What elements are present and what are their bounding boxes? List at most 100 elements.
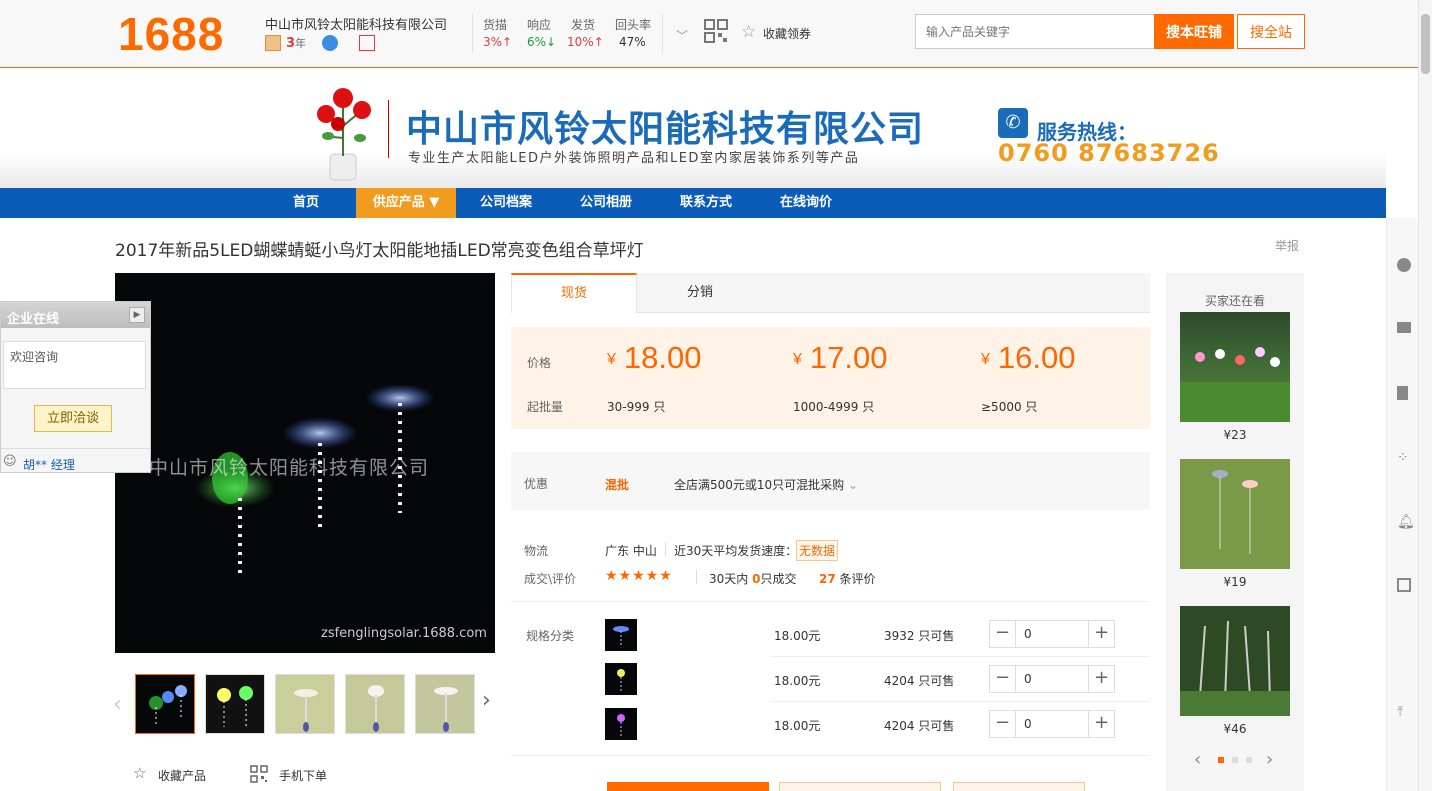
chat-now-button[interactable]: 立即洽谈 (34, 405, 112, 432)
reviews-suffix: 条评价 (839, 572, 876, 586)
company-name[interactable]: 中山市风铃太阳能科技有限公司 (265, 14, 447, 33)
clipboard-icon[interactable] (1397, 578, 1411, 592)
quantity-value[interactable]: 0 (1024, 627, 1032, 641)
reviews-count[interactable]: 27 条评价 (819, 570, 876, 587)
tab-in-stock[interactable]: 现货 (511, 273, 637, 313)
quantity-stepper: − 0 + (989, 620, 1115, 648)
thumbnail-4[interactable] (345, 674, 405, 734)
nav-contact[interactable]: 联系方式 (656, 188, 756, 218)
thumbnail-3[interactable] (275, 674, 335, 734)
hotline-number: 0760 87683726 (998, 139, 1220, 167)
increase-button[interactable]: + (1088, 711, 1114, 737)
metric-label: 发货 (571, 18, 596, 32)
bookmark-icon[interactable] (1397, 386, 1408, 400)
inquiry-button[interactable] (953, 782, 1085, 791)
report-link[interactable]: 举报 (1275, 237, 1299, 254)
currency-symbol: ¥ (793, 350, 802, 368)
recs-prev-arrow-icon[interactable]: ‹ (1194, 749, 1201, 770)
buy-now-button[interactable] (607, 782, 769, 791)
divider (511, 601, 1150, 602)
decrease-button[interactable]: − (990, 666, 1016, 692)
recommended-product-image[interactable] (1180, 459, 1290, 569)
recommended-product-image[interactable] (1180, 606, 1290, 716)
metric-label: 货描 (483, 18, 508, 32)
scrollbar-thumb[interactable] (1421, 14, 1430, 74)
collect-product-link[interactable]: 收藏产品 (158, 767, 206, 784)
product-photo (1180, 347, 1290, 422)
thumb-prev-arrow-icon[interactable]: ‹ (113, 692, 122, 717)
recommended-price: ¥19 (1223, 575, 1247, 589)
recommended-product-image[interactable] (1180, 312, 1290, 422)
nav-inquiry[interactable]: 在线询价 (756, 188, 856, 218)
online-chat-panel: 企业在线 ▶ 欢迎咨询 立即洽谈 ☺ 胡** 经理 (0, 301, 151, 473)
bell-icon[interactable]: 🔔︎ (1397, 514, 1415, 530)
footprint-icon[interactable]: ⁘ (1397, 450, 1411, 466)
nav-products[interactable]: 供应产品 ▼ (356, 188, 456, 218)
search-all-button[interactable]: 搜全站 (1237, 14, 1305, 49)
pagination-dot[interactable] (1246, 757, 1252, 763)
deals-label: 成交\评价 (524, 572, 577, 586)
currency-symbol: ¥ (607, 350, 616, 368)
search-input[interactable] (915, 14, 1155, 49)
chevron-down-icon[interactable]: ﹀ (676, 27, 688, 44)
product-main-image[interactable]: 中山市风铃太阳能科技有限公司 zsfenglingsolar.1688.com (115, 273, 495, 653)
chevron-down-icon: ⌄ (848, 478, 859, 492)
contact-person[interactable]: 胡** 经理 (23, 456, 75, 473)
deals-count: 30天内 0只成交 (709, 570, 796, 587)
thumb-next-arrow-icon[interactable]: › (482, 688, 491, 713)
delivery-speed-value: 无数据 (796, 540, 839, 561)
quantity-value[interactable]: 0 (1024, 717, 1032, 731)
divider (472, 14, 473, 52)
sku-thumbnail[interactable] (605, 619, 637, 651)
shop-banner: 中山市风铃太阳能科技有限公司 专业生产太阳能LED户外装饰照明产品和LED室内家… (0, 68, 1386, 188)
metric-value: 6%↓ (527, 35, 557, 49)
chat-message-box[interactable]: 欢迎咨询 (3, 341, 146, 389)
divider (511, 755, 1150, 756)
sku-image (617, 714, 625, 736)
qrcode-icon[interactable] (704, 19, 728, 43)
collapse-arrow-icon[interactable]: ▶ (129, 307, 145, 323)
pagination-dot-active[interactable] (1218, 757, 1224, 763)
search-shop-button[interactable]: 搜本旺铺 (1154, 14, 1234, 49)
favorite-coupon-link[interactable]: 收藏领券 (763, 25, 811, 42)
promo-label: 优惠 (524, 477, 549, 491)
mobile-order-link[interactable]: 手机下单 (279, 767, 327, 784)
star-icon[interactable]: ☆ (741, 22, 756, 42)
promo-tag: 混批 (605, 478, 630, 492)
divider (696, 570, 697, 584)
sku-thumbnail[interactable] (605, 708, 637, 740)
metric-value: 10%↑ (567, 35, 604, 49)
sku-price: 18.00元 (774, 674, 821, 688)
decrease-button[interactable]: − (990, 621, 1016, 647)
decrease-button[interactable]: − (990, 711, 1016, 737)
thumbnail-2[interactable] (205, 674, 265, 734)
nav-album[interactable]: 公司相册 (556, 188, 656, 218)
nav-home[interactable]: 首页 (256, 188, 356, 218)
sku-thumbnail[interactable] (605, 663, 637, 695)
thumbnail-5[interactable] (415, 674, 475, 734)
add-to-cart-button[interactable] (779, 782, 941, 791)
qrcode-icon[interactable] (250, 765, 268, 783)
phone-icon: ✆ (998, 108, 1028, 138)
back-to-top-icon[interactable]: ⤒ (1397, 704, 1411, 720)
scrollbar[interactable] (1418, 0, 1432, 791)
metric-value: 3%↑ (483, 35, 513, 49)
customer-service-icon[interactable] (1397, 258, 1411, 272)
reviews-value: 27 (819, 572, 836, 586)
increase-button[interactable]: + (1088, 666, 1114, 692)
qty-tier-3: ≥5000 只 (981, 400, 1038, 414)
tab-distribution[interactable]: 分销 (637, 273, 763, 313)
star-outline-icon[interactable]: ☆ (133, 764, 146, 782)
pagination-dot[interactable] (1232, 757, 1238, 763)
increase-button[interactable]: + (1088, 621, 1114, 647)
mail-icon[interactable] (1397, 322, 1411, 333)
banner-slogan: 专业生产太阳能LED户外装饰照明产品和LED室内家居装饰系列等产品 (408, 151, 860, 166)
recs-next-arrow-icon[interactable]: › (1266, 749, 1273, 770)
quantity-value[interactable]: 0 (1024, 672, 1032, 686)
promo-text[interactable]: 全店满500元或10只可混批采购 ⌄ (674, 476, 858, 493)
nav-company-profile[interactable]: 公司档案 (456, 188, 556, 218)
sku-stock: 4204 只可售 (884, 674, 955, 688)
metric-label: 响应 (527, 18, 552, 32)
thumbnail-1[interactable] (135, 674, 195, 734)
site-logo[interactable]: 1688 (118, 8, 224, 60)
